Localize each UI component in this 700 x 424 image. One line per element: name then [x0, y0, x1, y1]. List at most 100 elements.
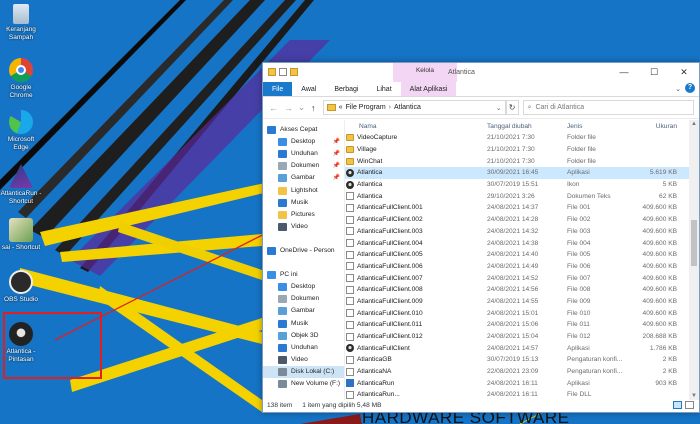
file-row[interactable]: AtlanticaGB 30/07/2019 15:13 Pengaturan ko… [345, 354, 699, 366]
large-icons-view-icon[interactable] [685, 401, 694, 409]
nav-item[interactable]: Unduhan [263, 342, 344, 354]
desktop-icon-label: AtlanticaRun - Shortcut [0, 190, 42, 205]
tab-file[interactable]: File [263, 82, 293, 96]
desktop-icon-obs[interactable]: OBS Studio [0, 270, 42, 304]
minimize-button[interactable]: — [609, 63, 639, 82]
file-row[interactable]: AtlanticaFullClient.008 24/08/2021 14:56 F… [345, 284, 699, 296]
nav-item[interactable]: OneDrive - Person [263, 245, 344, 257]
file-row[interactable]: AtlanticaFullClient.002 24/08/2021 14:28 F… [345, 214, 699, 226]
details-view-icon[interactable] [673, 401, 682, 409]
folder-icon [326, 104, 336, 111]
file-row[interactable]: Atlantica 29/10/2021 3:26 Dokumen Teks 62 K… [345, 190, 699, 202]
nav-item[interactable]: PC ini [263, 269, 344, 281]
file-row[interactable]: WinChat 21/10/2021 7:30 Folder file [345, 155, 699, 167]
column-name[interactable]: Nama [345, 123, 487, 130]
new-folder-icon[interactable] [290, 68, 298, 76]
file-row[interactable]: AtlanticaRun 24/08/2021 16:11 Aplikasi 903 … [345, 377, 699, 389]
file-date: 29/10/2021 3:26 [487, 192, 535, 200]
recent-locations-button[interactable]: ⌄ [298, 102, 306, 113]
column-date[interactable]: Tanggal diubah [487, 123, 567, 130]
nav-item[interactable]: Desktop 📌 [263, 136, 344, 148]
file-type: Folder file [567, 157, 596, 165]
close-button[interactable]: ✕ [669, 63, 699, 82]
file-row[interactable]: AtlanticaFullClient.012 24/08/2021 15:04 F… [345, 331, 699, 343]
file-row[interactable]: Atlantica 30/07/2019 15:51 Ikon 5 KB [345, 179, 699, 191]
nav-item[interactable]: Gambar [263, 305, 344, 317]
nav-item[interactable]: Pictures [263, 209, 344, 221]
up-button[interactable]: ↑ [308, 103, 319, 113]
nav-item[interactable]: New Volume (F:) [263, 378, 344, 390]
file-row[interactable]: AtlanticaFullClient.010 24/08/2021 15:01 F… [345, 307, 699, 319]
search-input[interactable]: ⌕ Cari di Atlantica [522, 100, 695, 115]
file-row[interactable]: AtlanticaFullClient.001 24/08/2021 14:37 F… [345, 202, 699, 214]
file-row[interactable]: AtlanticaFullClient.003 24/08/2021 14:32 F… [345, 226, 699, 238]
nav-item-label: Disk Lokal (C:) [291, 367, 335, 375]
file-name: AtlanticaGB [357, 356, 392, 364]
tab-alat-aplikasi[interactable]: Alat Aplikasi [400, 82, 457, 96]
file-row[interactable]: AtlanticaFullClient.004 24/08/2021 14:38 F… [345, 237, 699, 249]
file-row[interactable]: AtlanticaFullClient.009 24/08/2021 14:55 F… [345, 296, 699, 308]
nav-item[interactable]: Musik [263, 197, 344, 209]
address-bar[interactable]: « File Program › Atlantica ⌄ [322, 100, 506, 115]
properties-icon[interactable] [279, 68, 287, 76]
folder-icon[interactable] [268, 68, 276, 76]
file-row[interactable]: AtlanticaFullClient.006 24/08/2021 14:49 F… [345, 261, 699, 273]
file-date: 30/07/2019 15:13 [487, 356, 539, 364]
file-row[interactable]: AtlanticaFullClient 24/08/2021 14:57 Aplik… [345, 342, 699, 354]
help-icon[interactable]: ? [685, 83, 695, 93]
file-icon [346, 309, 354, 318]
file-row[interactable]: AtlanticaFullClient.011 24/08/2021 15:06 F… [345, 319, 699, 331]
column-type[interactable]: Jenis [567, 123, 634, 130]
music-icon [278, 198, 287, 207]
nav-item[interactable]: Gambar 📌 [263, 172, 344, 184]
file-row[interactable]: AtlanticaFullClient.005 24/08/2021 14:40 F… [345, 249, 699, 261]
address-dropdown-icon[interactable]: ⌄ [496, 104, 502, 112]
nav-item[interactable]: Musik [263, 318, 344, 330]
file-row[interactable]: AtlanticaNA 22/08/2021 23:09 Pengaturan ko… [345, 366, 699, 378]
desktop-icon-sai[interactable]: sai - Shortcut [0, 218, 42, 252]
scroll-up-icon[interactable]: ▲ [689, 121, 699, 127]
file-row[interactable]: VideoCapture 21/10/2021 7:30 Folder file [345, 132, 699, 144]
nav-item[interactable]: Unduhan 📌 [263, 148, 344, 160]
tab-lihat[interactable]: Lihat [367, 82, 400, 96]
ribbon-expand-icon[interactable]: ⌄ [675, 85, 681, 93]
drive-icon [278, 367, 287, 376]
file-size: 409.600 KB [642, 286, 677, 294]
nav-item-label: Dokumen [291, 162, 320, 170]
nav-item[interactable]: Akses Cepat [263, 124, 344, 136]
file-size: 409.600 KB [642, 227, 677, 235]
scroll-thumb[interactable] [691, 220, 697, 266]
nav-item[interactable]: Video [263, 354, 344, 366]
vertical-scrollbar[interactable]: ▲ ▼ [689, 120, 699, 400]
file-row[interactable]: AtlanticaFullClient.007 24/08/2021 14:52 F… [345, 272, 699, 284]
desktop-icon-atlanticarun[interactable]: AtlanticaRun - Shortcut [0, 164, 42, 205]
desktop-icon-chrome[interactable]: Google Chrome [0, 58, 42, 99]
tab-awal[interactable]: Awal [292, 82, 325, 96]
back-button[interactable]: ← [268, 103, 279, 113]
nav-item[interactable]: Desktop [263, 281, 344, 293]
file-row[interactable]: Atlantica 30/09/2021 16:45 Aplikasi 5.619 K… [345, 167, 699, 179]
nav-item[interactable]: Dokumen [263, 293, 344, 305]
file-size: 409.600 KB [642, 239, 677, 247]
refresh-button[interactable]: ↻ [505, 100, 519, 115]
forward-button[interactable]: → [283, 103, 294, 113]
nav-item[interactable]: Objek 3D [263, 330, 344, 342]
file-size: 2 KB [662, 368, 677, 376]
file-name: Atlantica [357, 169, 383, 177]
file-name-cell: AtlanticaFullClient.003 [345, 227, 487, 236]
file-date: 24/08/2021 15:06 [487, 321, 539, 329]
nav-item[interactable]: Disk Lokal (C:) [263, 365, 344, 378]
quick-access-toolbar [268, 68, 298, 76]
desktop-icon-recycle-bin[interactable]: Keranjang Sampah [0, 4, 42, 41]
tab-berbagi[interactable]: Berbagi [325, 82, 367, 96]
pictures-icon [278, 174, 287, 183]
nav-item[interactable]: Lightshot [263, 184, 344, 196]
desktop-icon-edge[interactable]: Microsoft Edge [0, 110, 42, 151]
nav-item[interactable]: Dokumen 📌 [263, 160, 344, 172]
column-size[interactable]: Ukuran [634, 123, 679, 130]
maximize-button[interactable]: ☐ [639, 63, 669, 82]
breadcrumb-atlantica[interactable]: Atlantica [394, 104, 421, 111]
breadcrumb-file-program[interactable]: File Program [346, 104, 386, 111]
file-row[interactable]: Village 21/10/2021 7:30 Folder file [345, 144, 699, 156]
nav-item[interactable]: Video [263, 221, 344, 233]
